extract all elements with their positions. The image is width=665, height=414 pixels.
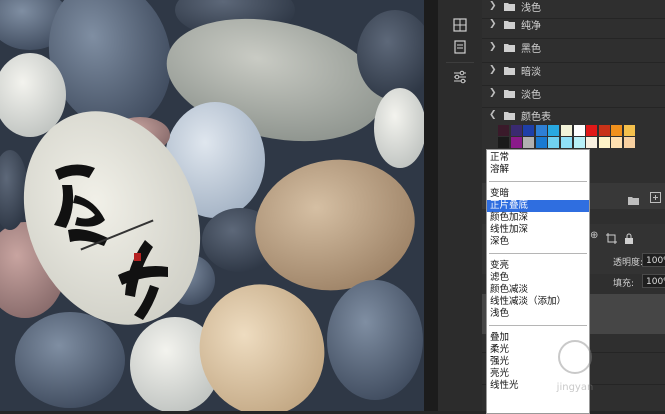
color-swatch[interactable] (548, 137, 560, 148)
menu-separator (489, 325, 587, 326)
color-swatch[interactable] (624, 137, 635, 148)
color-swatch[interactable] (573, 125, 585, 136)
blend-mode-option[interactable]: 线性加深 (487, 224, 589, 236)
chevron-right-icon: ❯ (489, 1, 497, 11)
swatch-group-pale[interactable]: ❯ 淡色 (482, 81, 665, 105)
chevron-right-icon: ❯ (489, 88, 497, 98)
opacity-label: 透明度: (613, 258, 644, 268)
chevron-right-icon: ❯ (489, 19, 497, 29)
swatch-group-dark[interactable]: ❯ 暗淡 (482, 58, 665, 82)
color-swatch[interactable] (510, 137, 522, 148)
tool-divider (446, 62, 474, 63)
opacity-field[interactable]: 100% (642, 253, 665, 267)
menu-separator (489, 253, 587, 254)
color-swatch[interactable] (611, 137, 623, 148)
chevron-right-icon: ❯ (489, 42, 497, 52)
color-swatch[interactable] (498, 137, 509, 148)
color-swatch[interactable] (611, 125, 623, 136)
folder-icon (504, 43, 515, 52)
color-swatch[interactable] (535, 137, 547, 148)
blend-mode-option[interactable]: 变暗 (487, 188, 589, 200)
swatch-group-label: 纯净 (521, 20, 541, 32)
folder-open-icon (504, 111, 515, 120)
swatch-group-label: 暗淡 (521, 66, 541, 78)
color-swatch[interactable] (598, 137, 610, 148)
blend-mode-option[interactable]: 溶解 (487, 164, 589, 176)
lock-position-icon[interactable]: ⊕ (590, 230, 598, 241)
blend-mode-option[interactable]: 深色 (487, 236, 589, 248)
swatch-group-label: 黑色 (521, 43, 541, 55)
folder-icon (504, 2, 515, 11)
color-swatch[interactable] (573, 137, 585, 148)
pebbles-photo (0, 0, 424, 411)
color-swatch[interactable] (586, 125, 598, 136)
color-swatch[interactable] (510, 125, 522, 136)
document-icon[interactable] (449, 36, 471, 58)
color-swatch[interactable] (598, 125, 610, 136)
lock-icon[interactable] (624, 229, 634, 248)
color-swatch[interactable] (535, 125, 547, 136)
new-layer-icon[interactable] (650, 188, 661, 207)
menu-separator (489, 181, 587, 182)
panel-icon-strip (438, 0, 483, 411)
blend-mode-option[interactable]: 线性减淡（添加） (487, 296, 589, 308)
folder-icon[interactable] (628, 190, 639, 209)
color-swatch[interactable] (498, 125, 509, 136)
color-swatch[interactable] (561, 137, 572, 148)
swatch-group-pure[interactable]: ❯ 纯净 (482, 12, 665, 36)
svg-text:jingyan: jingyan (556, 382, 594, 393)
fill-label: 填充: (613, 279, 635, 289)
document-canvas[interactable] (0, 0, 424, 411)
watermark-logo: jingyan (530, 335, 620, 399)
color-swatch[interactable] (561, 125, 572, 136)
blend-mode-option[interactable]: 浅色 (487, 308, 589, 320)
swatch-group-label: 颜色表 (521, 111, 551, 123)
color-swatch[interactable] (586, 137, 598, 148)
blend-mode-option[interactable]: 变亮 (487, 260, 589, 272)
color-swatch[interactable] (523, 125, 535, 136)
blend-mode-option[interactable]: 正常 (487, 152, 589, 164)
blend-mode-option[interactable]: 正片叠底 (487, 200, 589, 212)
color-swatch[interactable] (548, 125, 560, 136)
blend-mode-option[interactable]: 滤色 (487, 272, 589, 284)
color-swatch[interactable] (523, 137, 535, 148)
folder-icon (504, 66, 515, 75)
folder-icon (504, 89, 515, 98)
swatch-group-black[interactable]: ❯ 黑色 (482, 35, 665, 59)
swatch-group-label: 淡色 (521, 89, 541, 101)
chevron-right-icon: ❯ (489, 65, 497, 75)
crop-artboard-icon[interactable] (606, 229, 617, 248)
chevron-down-icon: ❮ (489, 110, 497, 120)
blend-mode-option[interactable]: 颜色加深 (487, 212, 589, 224)
panel-gutter (424, 0, 439, 411)
swatch-group-color-table[interactable]: ❮ 颜色表 (482, 103, 665, 127)
folder-icon (504, 20, 515, 29)
adjustments-sliders-icon[interactable] (449, 66, 471, 88)
fill-field[interactable]: 100% (642, 274, 665, 288)
layers-grid-icon[interactable] (449, 14, 471, 36)
color-swatch[interactable] (624, 125, 635, 136)
blend-mode-option[interactable]: 颜色减淡 (487, 284, 589, 296)
